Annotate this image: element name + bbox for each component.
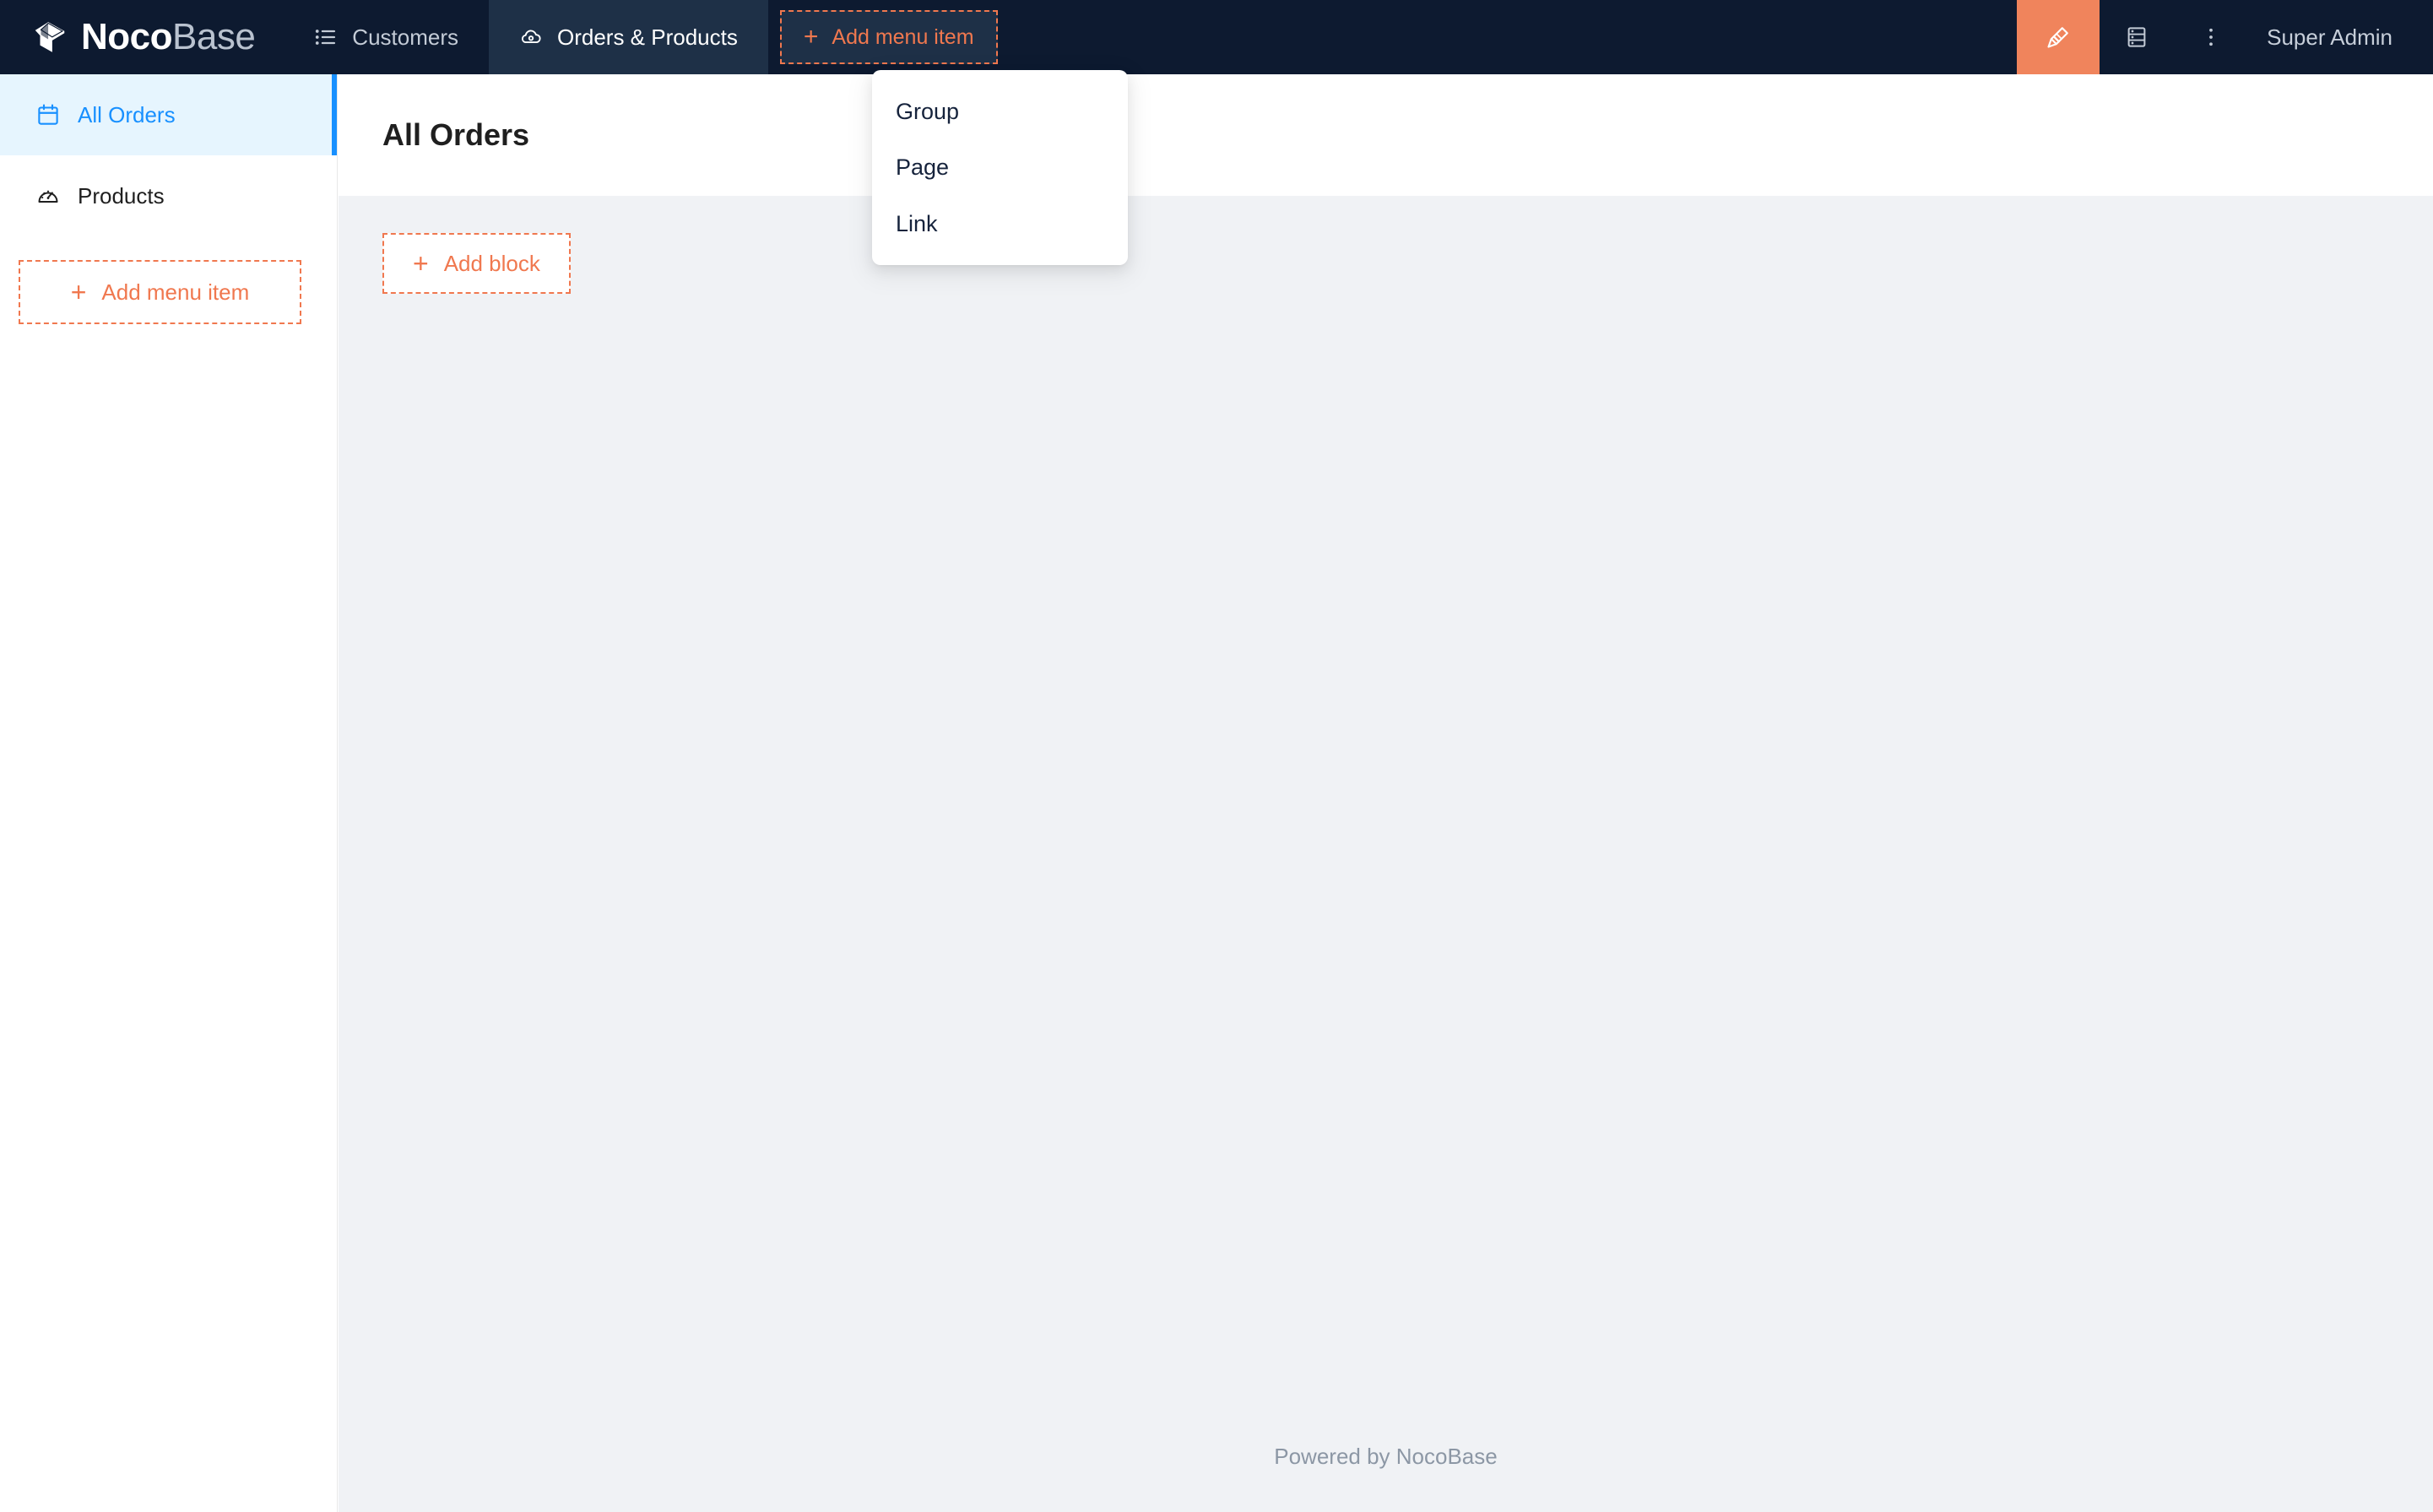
app-header: NocoBase Customers — [0, 0, 2433, 74]
nocobase-cube-logo-icon — [30, 18, 69, 57]
sidebar-item-products[interactable]: Products — [0, 155, 337, 236]
dropdown-item-label: Group — [896, 99, 959, 124]
cloud-icon — [519, 25, 543, 49]
nav-tab-label: Orders & Products — [557, 24, 738, 51]
add-menu-item-header-button[interactable]: + Add menu item — [780, 10, 998, 64]
add-block-button[interactable]: + Add block — [382, 233, 571, 294]
vertical-dots-icon — [2198, 24, 2224, 50]
dropdown-item-link[interactable]: Link — [872, 196, 1128, 252]
sidebar-item-label: All Orders — [78, 102, 176, 128]
dropdown-item-label: Link — [896, 211, 938, 236]
add-block-label: Add block — [444, 251, 540, 277]
nav-tab-label: Customers — [352, 24, 458, 51]
ui-editor-toggle-button[interactable] — [2017, 0, 2100, 74]
plus-icon: + — [71, 279, 87, 306]
plus-icon: + — [413, 250, 429, 277]
add-menu-item-header-label: Add menu item — [832, 25, 973, 50]
header-navigation: Customers Orders & Products — [284, 0, 768, 74]
plus-icon: + — [804, 24, 819, 50]
add-menu-item-sidebar-button[interactable]: + Add menu item — [19, 260, 301, 324]
dropdown-item-group[interactable]: Group — [872, 84, 1128, 139]
unordered-list-icon — [314, 25, 338, 49]
dropdown-item-page[interactable]: Page — [872, 139, 1128, 195]
sidebar: All Orders Products + Add menu item — [0, 74, 338, 1512]
add-menu-item-dropdown: Group Page Link — [872, 70, 1128, 265]
database-icon — [2124, 24, 2149, 50]
dashboard-gauge-icon — [35, 183, 61, 209]
main-content-area: All Orders + Add block Powered by NocoBa… — [339, 74, 2433, 1512]
nav-tab-orders-and-products[interactable]: Orders & Products — [489, 0, 768, 74]
brand-name-light: Base — [172, 16, 255, 57]
page-footer: Powered by NocoBase — [339, 1401, 2433, 1512]
database-button[interactable] — [2100, 0, 2174, 74]
calendar-icon — [35, 102, 61, 127]
footer-text: Powered by NocoBase — [1274, 1444, 1497, 1470]
user-menu-button[interactable]: Super Admin — [2248, 0, 2433, 74]
brand-name-bold: Noco — [81, 16, 172, 57]
add-menu-item-sidebar-label: Add menu item — [101, 279, 249, 306]
header-actions: Super Admin — [2017, 0, 2433, 74]
dropdown-item-label: Page — [896, 154, 949, 180]
page-body: + Add block — [339, 196, 2433, 294]
sidebar-item-label: Products — [78, 183, 165, 209]
highlighter-pen-icon — [2045, 24, 2072, 51]
nav-tab-customers[interactable]: Customers — [284, 0, 489, 74]
page-title: All Orders — [382, 117, 529, 153]
brand-wordmark: NocoBase — [81, 19, 255, 56]
sidebar-item-all-orders[interactable]: All Orders — [0, 74, 337, 155]
brand-logo[interactable]: NocoBase — [0, 0, 284, 74]
user-name-label: Super Admin — [2267, 24, 2392, 51]
more-options-button[interactable] — [2174, 0, 2248, 74]
page-title-bar: All Orders — [339, 74, 2433, 196]
header-spacer — [998, 0, 2018, 74]
